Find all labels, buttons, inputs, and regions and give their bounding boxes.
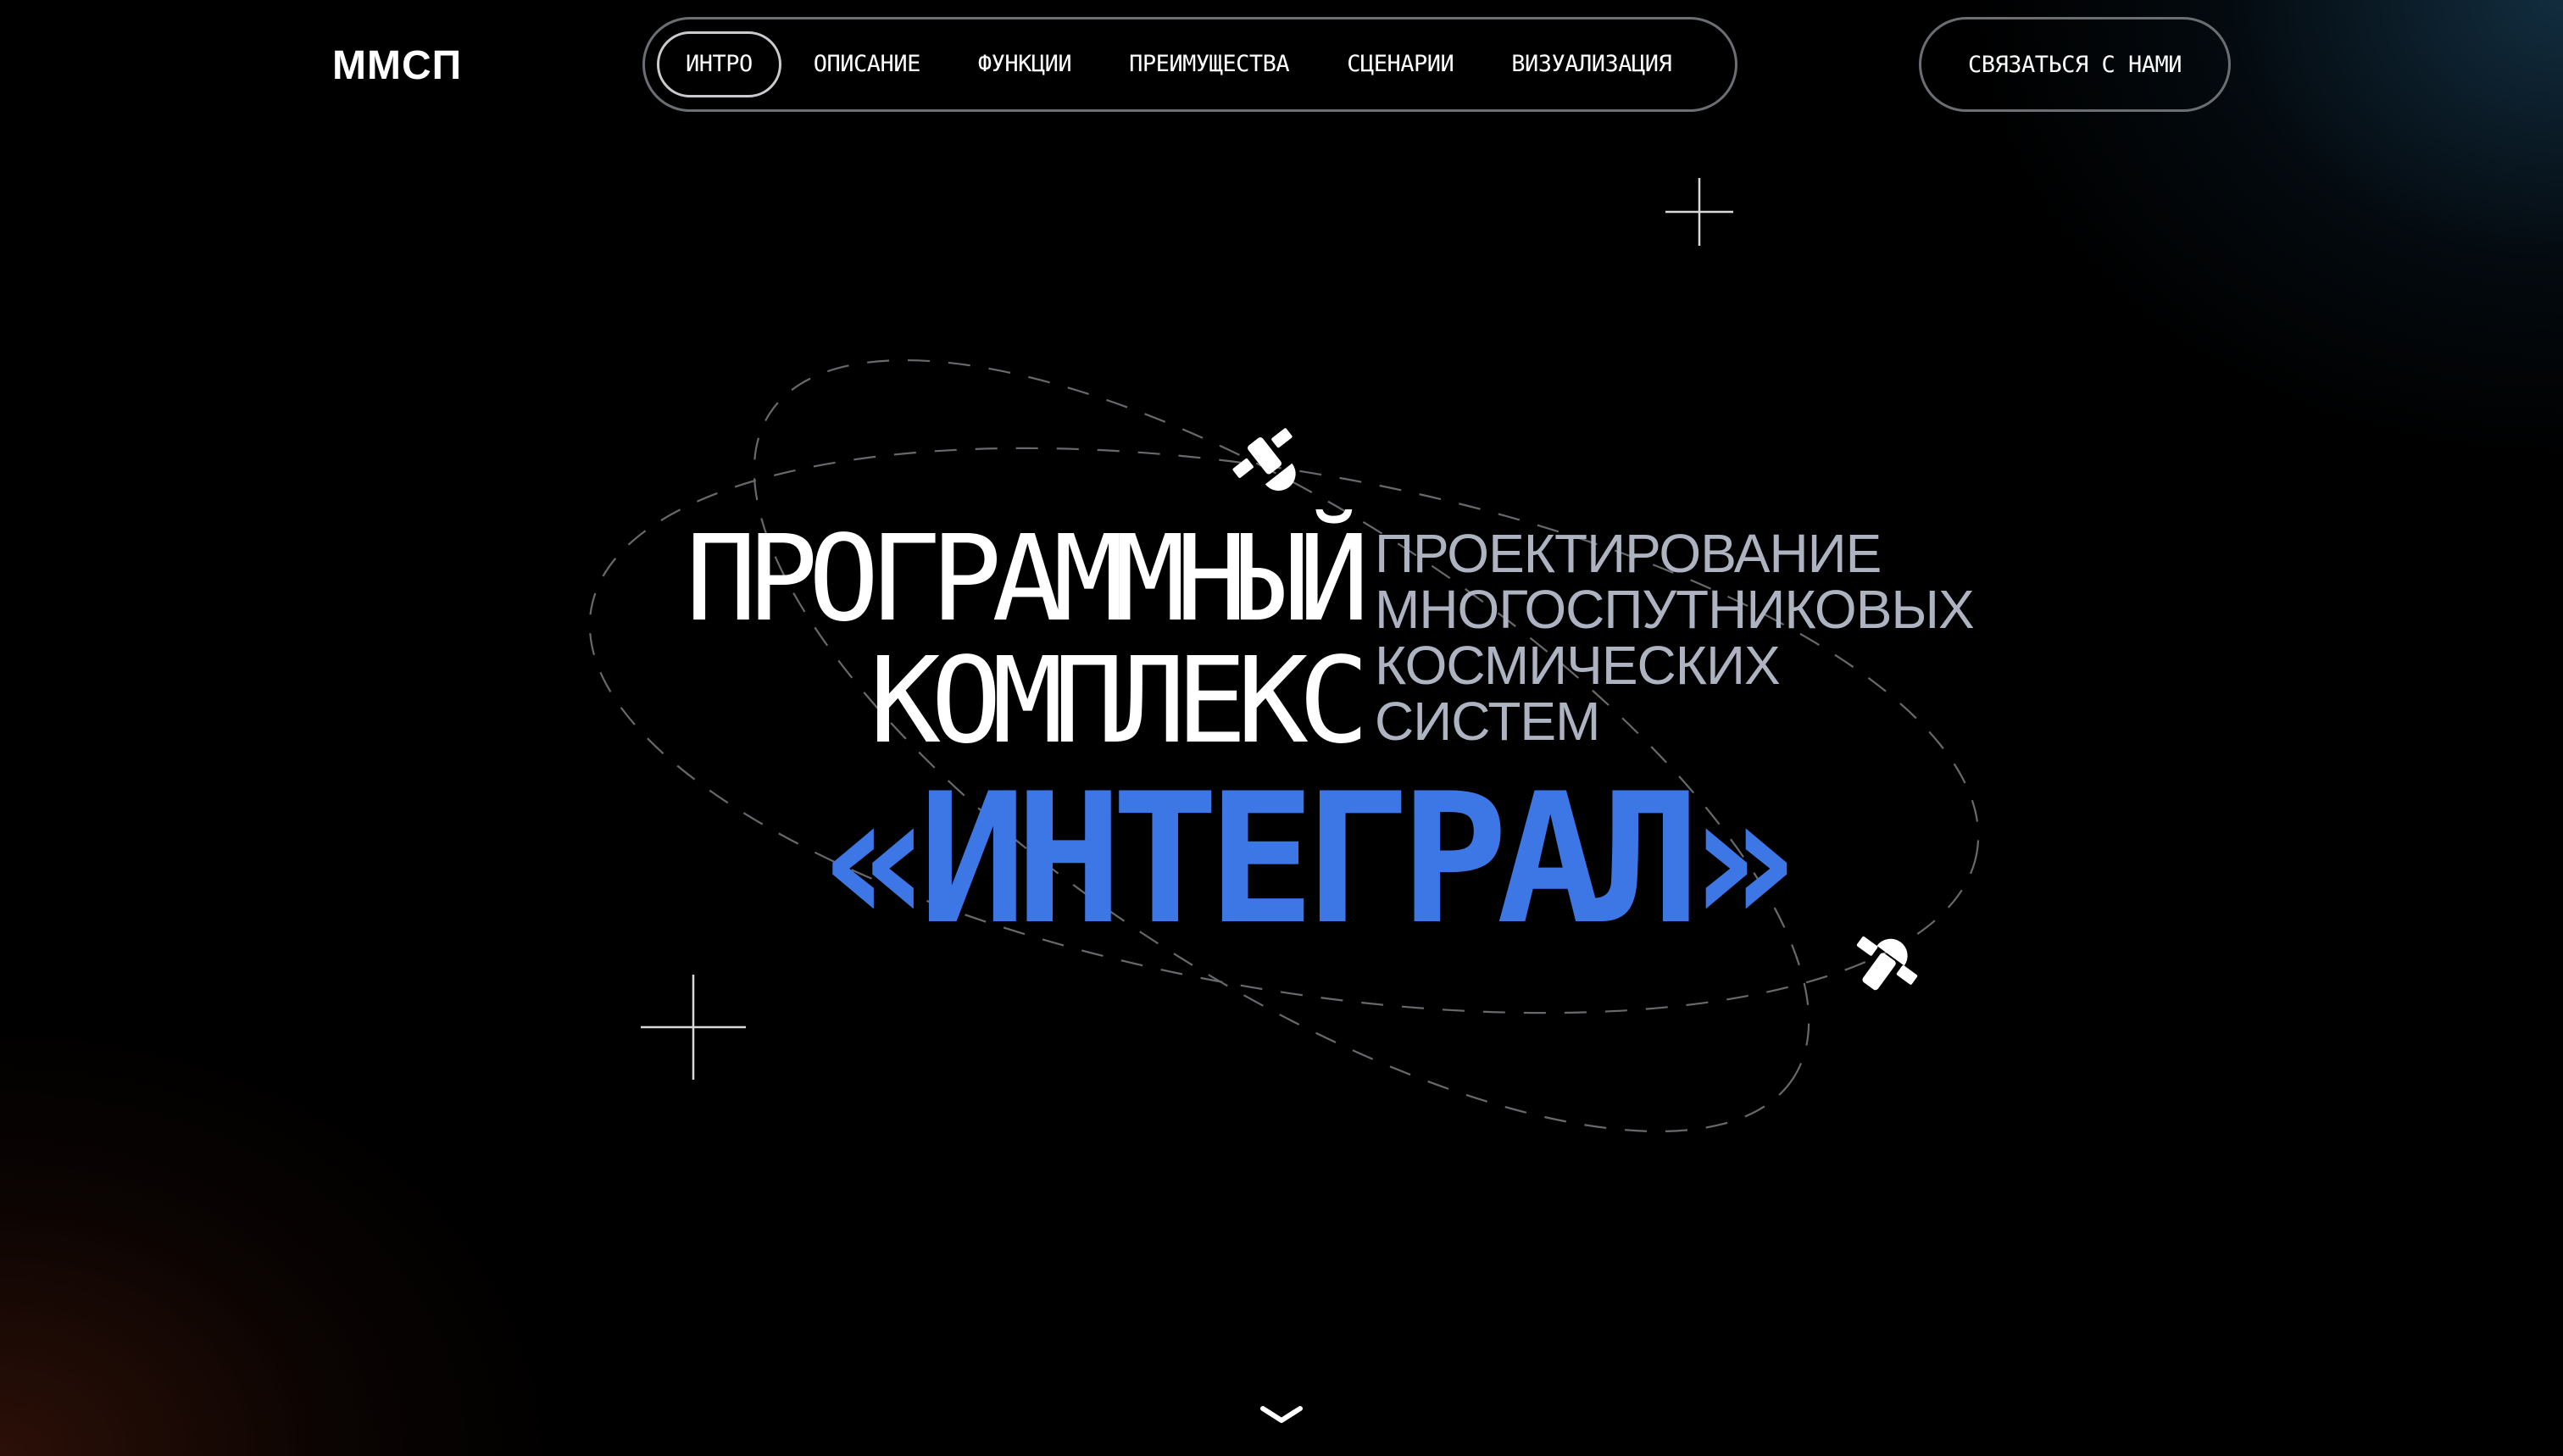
hero-subtitle-line: МНОГОСПУТНИКОВЫХ (1375, 579, 1975, 640)
main-nav: ИНТРО ОПИСАНИЕ ФУНКЦИИ ПРЕИМУЩЕСТВА СЦЕН… (642, 17, 1737, 112)
nav-item-functions[interactable]: ФУНКЦИИ (949, 31, 1100, 97)
hero-title-line-1: ПРОГРАММНЫЙ (685, 510, 1370, 648)
hero-subtitle-line: СИСТЕМ (1375, 691, 1600, 752)
satellite-icon (1232, 428, 1296, 492)
hero-subtitle-line: КОСМИЧЕСКИХ (1375, 635, 1781, 696)
nav-item-scenarios[interactable]: СЦЕНАРИИ (1318, 31, 1482, 97)
nav-item-visualization[interactable]: ВИЗУАЛИЗАЦИЯ (1482, 31, 1700, 97)
nav-item-advantages[interactable]: ПРЕИМУЩЕСТВА (1100, 31, 1318, 97)
contact-button[interactable]: СВЯЗАТЬСЯ С НАМИ (1919, 17, 2231, 112)
nav-item-description[interactable]: ОПИСАНИЕ (785, 31, 949, 97)
hero-subtitle-line: ПРОЕКТИРОВАНИЕ (1375, 523, 1882, 584)
product-name: «ИНТЕГРАЛ» (822, 754, 1797, 964)
chevron-down-icon[interactable] (1256, 1400, 1307, 1429)
satellite-icon (1856, 936, 1918, 991)
hero-subtitle: ПРОЕКТИРОВАНИЕ МНОГОСПУТНИКОВЫХ КОСМИЧЕС… (1375, 523, 1975, 752)
nav-item-intro[interactable]: ИНТРО (657, 31, 781, 97)
crosshair-sparkle-icon (1665, 178, 1733, 246)
crosshair-sparkle-icon (641, 975, 746, 1080)
intro-page: ММСП ИНТРО ОПИСАНИЕ ФУНКЦИИ ПРЕИМУЩЕСТВА… (0, 0, 2563, 1456)
hero-title-line-2: КОМПЛЕКС (869, 632, 1370, 770)
logo[interactable]: ММСП (332, 41, 462, 92)
